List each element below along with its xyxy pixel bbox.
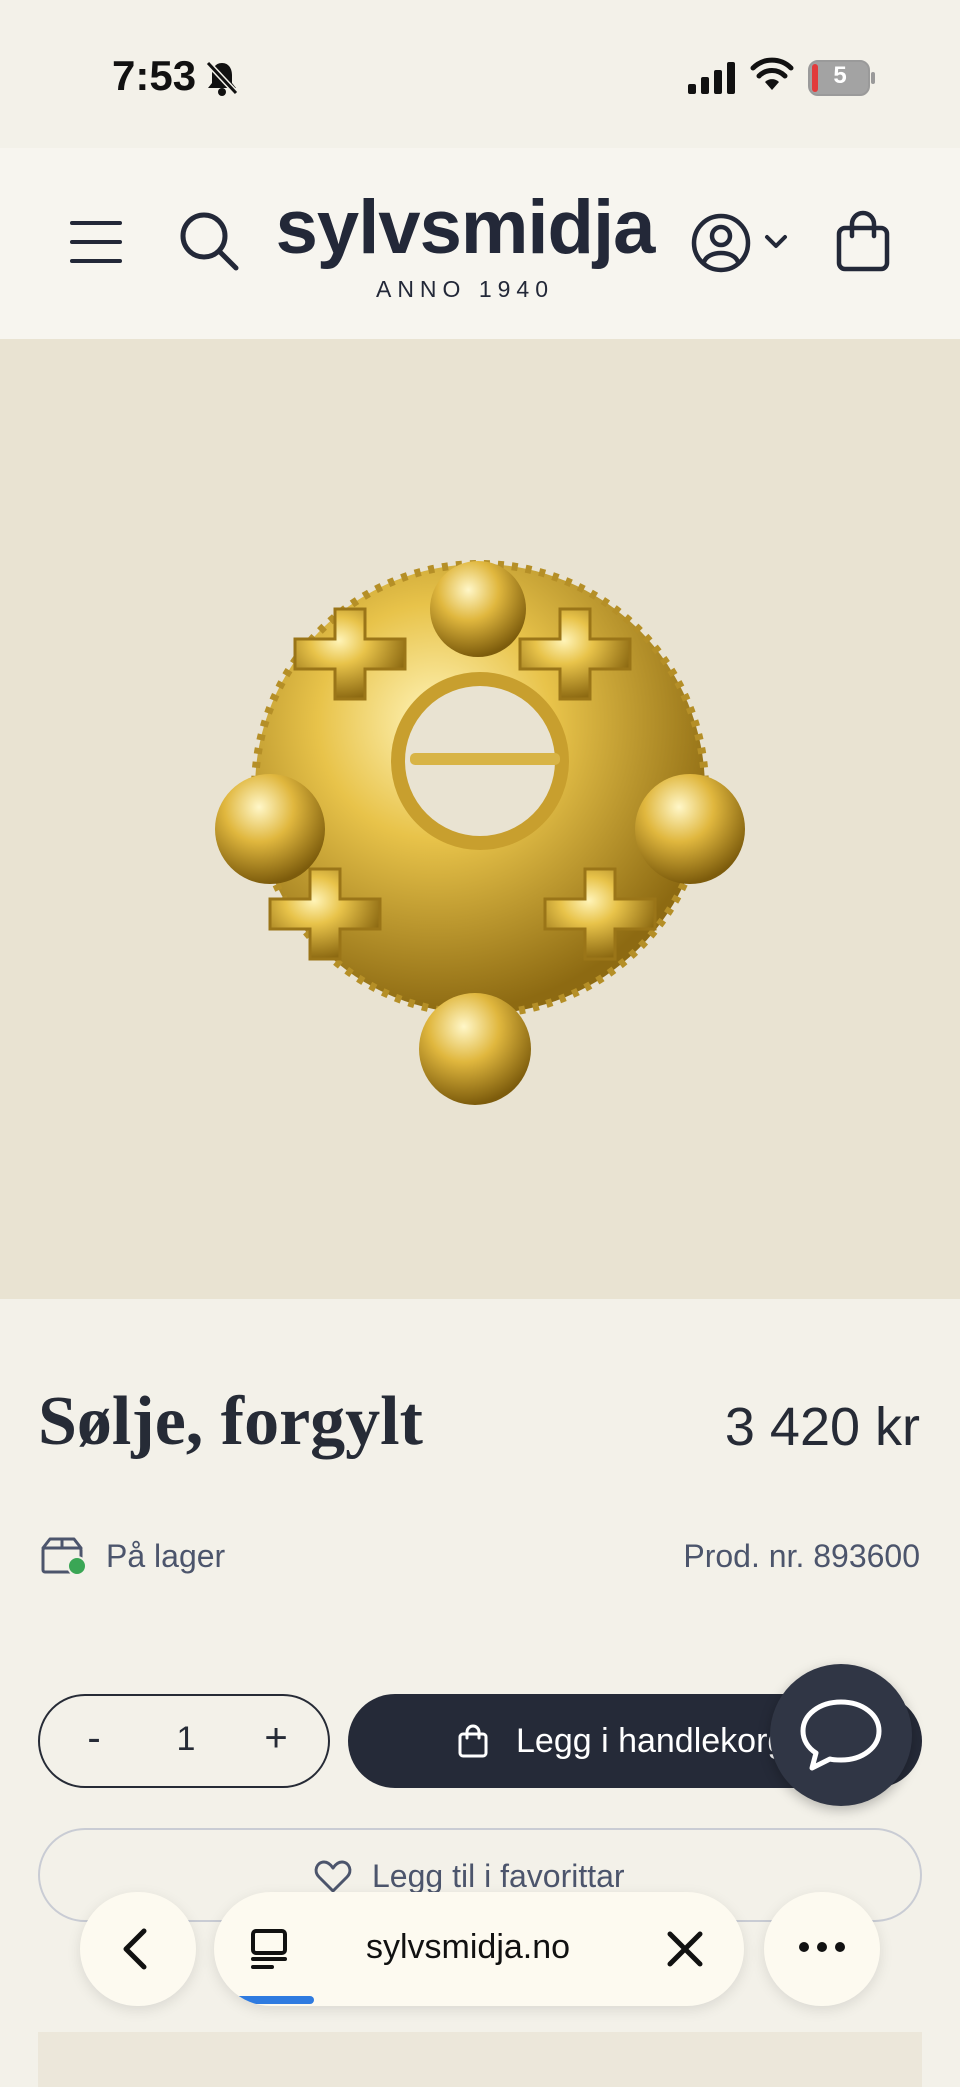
shopping-bag-icon — [458, 1724, 488, 1758]
next-section — [38, 2032, 922, 2087]
page: 7:53 5 sylvsmidja ANNO 1940 Sølje, forgy… — [0, 0, 960, 2087]
quantity-increase-button[interactable]: + — [256, 1716, 296, 1761]
close-icon[interactable] — [666, 1930, 704, 1968]
chat-bubble-icon — [800, 1699, 882, 1771]
menu-icon[interactable] — [70, 220, 122, 264]
logo-tagline: ANNO 1940 — [375, 276, 554, 302]
status-time: 7:53 — [112, 52, 197, 99]
more-dots-icon — [799, 1942, 845, 1952]
chevron-down-icon[interactable] — [764, 234, 788, 250]
chevron-left-icon — [123, 1928, 147, 1970]
add-to-favorites-label: Legg til i favorittar — [372, 1858, 625, 1894]
product-image[interactable] — [0, 339, 960, 1299]
logo-wordmark[interactable]: sylvsmidja — [260, 184, 670, 271]
cellular-signal-icon — [688, 62, 735, 94]
reader-mode-icon[interactable] — [250, 1928, 290, 1970]
search-icon[interactable] — [178, 210, 242, 274]
battery-level: 5 — [833, 62, 847, 89]
stock-status: På lager — [106, 1538, 226, 1574]
quantity-value[interactable]: 1 — [166, 1720, 206, 1759]
brooch-image — [215, 560, 745, 1105]
status-bar: 7:53 5 — [0, 0, 960, 148]
wifi-icon — [750, 57, 794, 90]
quantity-stepper: - 1 + — [38, 1694, 330, 1788]
heart-icon — [314, 1860, 352, 1893]
chat-button[interactable] — [770, 1664, 912, 1806]
account-icon[interactable] — [690, 212, 752, 274]
shopping-bag-icon[interactable] — [836, 210, 890, 272]
product-title: Sølje, forgylt — [38, 1383, 423, 1460]
browser-address-bar[interactable]: sylvsmidja.no — [214, 1892, 744, 2006]
site-header: sylvsmidja ANNO 1940 — [0, 148, 960, 339]
product-price: 3 420 kr — [724, 1397, 920, 1457]
add-to-cart-label: Legg i handlekorg — [516, 1722, 787, 1760]
quantity-decrease-button[interactable]: - — [74, 1716, 114, 1761]
bell-slash-icon — [205, 60, 239, 96]
in-stock-icon — [41, 1537, 87, 1576]
browser-back-button[interactable] — [80, 1892, 196, 2006]
url-text[interactable]: sylvsmidja.no — [366, 1928, 570, 1967]
browser-more-button[interactable] — [764, 1892, 880, 2006]
product-number: Prod. nr. 893600 — [683, 1538, 920, 1574]
page-load-progress — [234, 1996, 314, 2004]
